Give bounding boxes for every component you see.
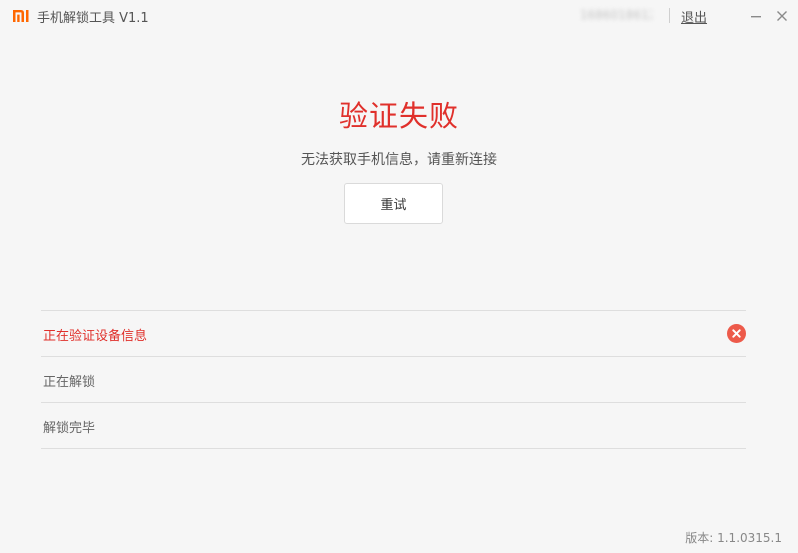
logout-link[interactable]: 退出 (681, 7, 707, 26)
step-verify-device: 正在验证设备信息 (41, 311, 746, 357)
step-unlocking: 正在解锁 (41, 357, 746, 403)
step-label: 正在解锁 (43, 375, 96, 390)
retry-button[interactable]: 重试 (344, 183, 443, 224)
mi-logo (13, 10, 29, 22)
title-bar: 手机解锁工具 V1.1 1686018612 退出 (0, 0, 798, 32)
status-title: 验证失败 (338, 99, 459, 133)
close-button[interactable] (772, 6, 792, 26)
close-icon (777, 11, 787, 21)
minimize-button[interactable] (746, 6, 766, 26)
minimize-icon (751, 16, 761, 18)
step-label: 正在验证设备信息 (43, 329, 148, 344)
progress-steps: 正在验证设备信息 正在解锁 解锁完毕 (41, 310, 746, 449)
title-divider (669, 8, 670, 23)
step-unlock-complete: 解锁完毕 (41, 403, 746, 449)
step-label: 解锁完毕 (43, 421, 96, 436)
app-title: 手机解锁工具 V1.1 (37, 11, 149, 26)
error-circle-icon (727, 324, 746, 343)
account-id: 1686018612 (580, 8, 652, 22)
status-message: 无法获取手机信息，请重新连接 (301, 152, 497, 168)
version-label: 版本: 1.1.0315.1 (685, 531, 782, 545)
